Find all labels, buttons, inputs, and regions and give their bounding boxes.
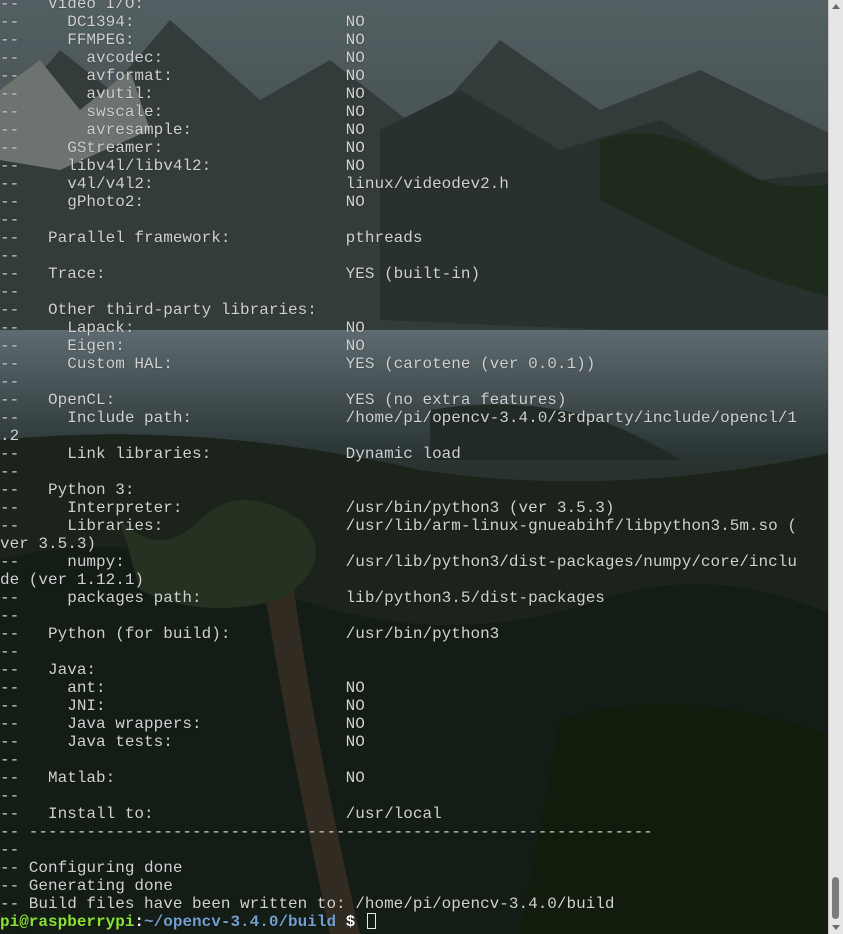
terminal-output-line: -- <box>0 373 20 391</box>
terminal-output-line: -- <box>0 283 20 301</box>
terminal-output-line: -- Python (for build): /usr/bin/python3 <box>0 625 500 643</box>
terminal-output-line: -- -------------------------------------… <box>0 823 653 841</box>
terminal-output-line: -- packages path: lib/python3.5/dist-pac… <box>0 589 605 607</box>
terminal-output-line: -- Include path: /home/pi/opencv-3.4.0/3… <box>0 409 797 427</box>
prompt-path: ~/opencv-3.4.0/build <box>144 913 337 931</box>
terminal-output-line: de (ver 1.12.1) <box>0 571 145 589</box>
scrollbar-thumb[interactable] <box>832 877 839 919</box>
terminal-output-line: -- <box>0 463 20 481</box>
terminal-output-line: -- Eigen: NO <box>0 337 365 355</box>
terminal-output-line: -- FFMPEG: NO <box>0 31 365 49</box>
terminal-output-line: -- <box>0 787 20 805</box>
terminal-output-line: -- Matlab: NO <box>0 769 365 787</box>
terminal-output-line: -- Java wrappers: NO <box>0 715 365 733</box>
terminal-output-line: -- v4l/v4l2: linux/videodev2.h <box>0 175 509 193</box>
terminal-output-line: -- Java: <box>0 661 97 679</box>
terminal-output-line: -- avformat: NO <box>0 67 365 85</box>
terminal-output-line: .2 <box>0 427 20 445</box>
terminal-output-line: -- Video I/O: <box>0 0 145 13</box>
terminal-output-line: -- Install to: /usr/local <box>0 805 442 823</box>
terminal-output-line: -- <box>0 247 20 265</box>
terminal-output-line: -- avcodec: NO <box>0 49 365 67</box>
terminal-output-line: -- Other third-party libraries: <box>0 301 317 319</box>
terminal-output-line: -- <box>0 607 20 625</box>
scroll-up-arrow-icon[interactable] <box>829 0 843 13</box>
terminal-output-line: -- numpy: /usr/lib/python3/dist-packages… <box>0 553 797 571</box>
prompt-user-host: pi@raspberrypi <box>0 913 135 931</box>
terminal-output-line: -- Libraries: /usr/lib/arm-linux-gnueabi… <box>0 517 797 535</box>
terminal-output-line: -- <box>0 211 20 229</box>
terminal-output-line: -- Java tests: NO <box>0 733 365 751</box>
terminal-output-line: -- Trace: YES (built-in) <box>0 265 481 283</box>
prompt-symbol: $ <box>336 913 365 931</box>
terminal-window[interactable]: -- Video I/O: -- DC1394: NO -- FFMPEG: NO -… <box>0 0 828 934</box>
terminal-output-line: -- Build files have been written to: /ho… <box>0 895 615 913</box>
terminal-output-line: -- <box>0 751 20 769</box>
terminal-output-line: -- Parallel framework: pthreads <box>0 229 423 247</box>
text-cursor <box>366 913 376 929</box>
terminal-output-line: ver 3.5.3) <box>0 535 97 553</box>
terminal-output-line: -- JNI: NO <box>0 697 365 715</box>
terminal-output-line: -- avresample: NO <box>0 121 365 139</box>
scroll-down-arrow-icon[interactable] <box>829 921 843 934</box>
terminal-output-line: -- <box>0 643 20 661</box>
terminal-output-line: -- swscale: NO <box>0 103 365 121</box>
terminal-output-line: -- ant: NO <box>0 679 365 697</box>
terminal-output-line: -- OpenCL: YES (no extra features) <box>0 391 567 409</box>
terminal-output-line: -- Python 3: <box>0 481 135 499</box>
terminal-output-line: -- libv4l/libv4l2: NO <box>0 157 365 175</box>
terminal-output-line: -- avutil: NO <box>0 85 365 103</box>
prompt-colon: : <box>134 913 145 931</box>
terminal-output-line: -- GStreamer: NO <box>0 139 365 157</box>
terminal-output-line: -- Lapack: NO <box>0 319 365 337</box>
terminal-output-line: -- Link libraries: Dynamic load <box>0 445 461 463</box>
terminal-output-line: -- gPhoto2: NO <box>0 193 365 211</box>
terminal-output-line: -- DC1394: NO <box>0 13 365 31</box>
terminal-output-line: -- <box>0 841 20 859</box>
shell-prompt-line[interactable]: pi@raspberrypi:~/opencv-3.4.0/build $ <box>0 913 828 931</box>
terminal-output-line: -- Interpreter: /usr/bin/python3 (ver 3.… <box>0 499 615 517</box>
vertical-scrollbar[interactable] <box>828 0 843 934</box>
terminal-output-line: -- Custom HAL: YES (carotene (ver 0.0.1)… <box>0 355 596 373</box>
terminal-output-line: -- Configuring done <box>0 859 183 877</box>
terminal-output-line: -- Generating done <box>0 877 173 895</box>
